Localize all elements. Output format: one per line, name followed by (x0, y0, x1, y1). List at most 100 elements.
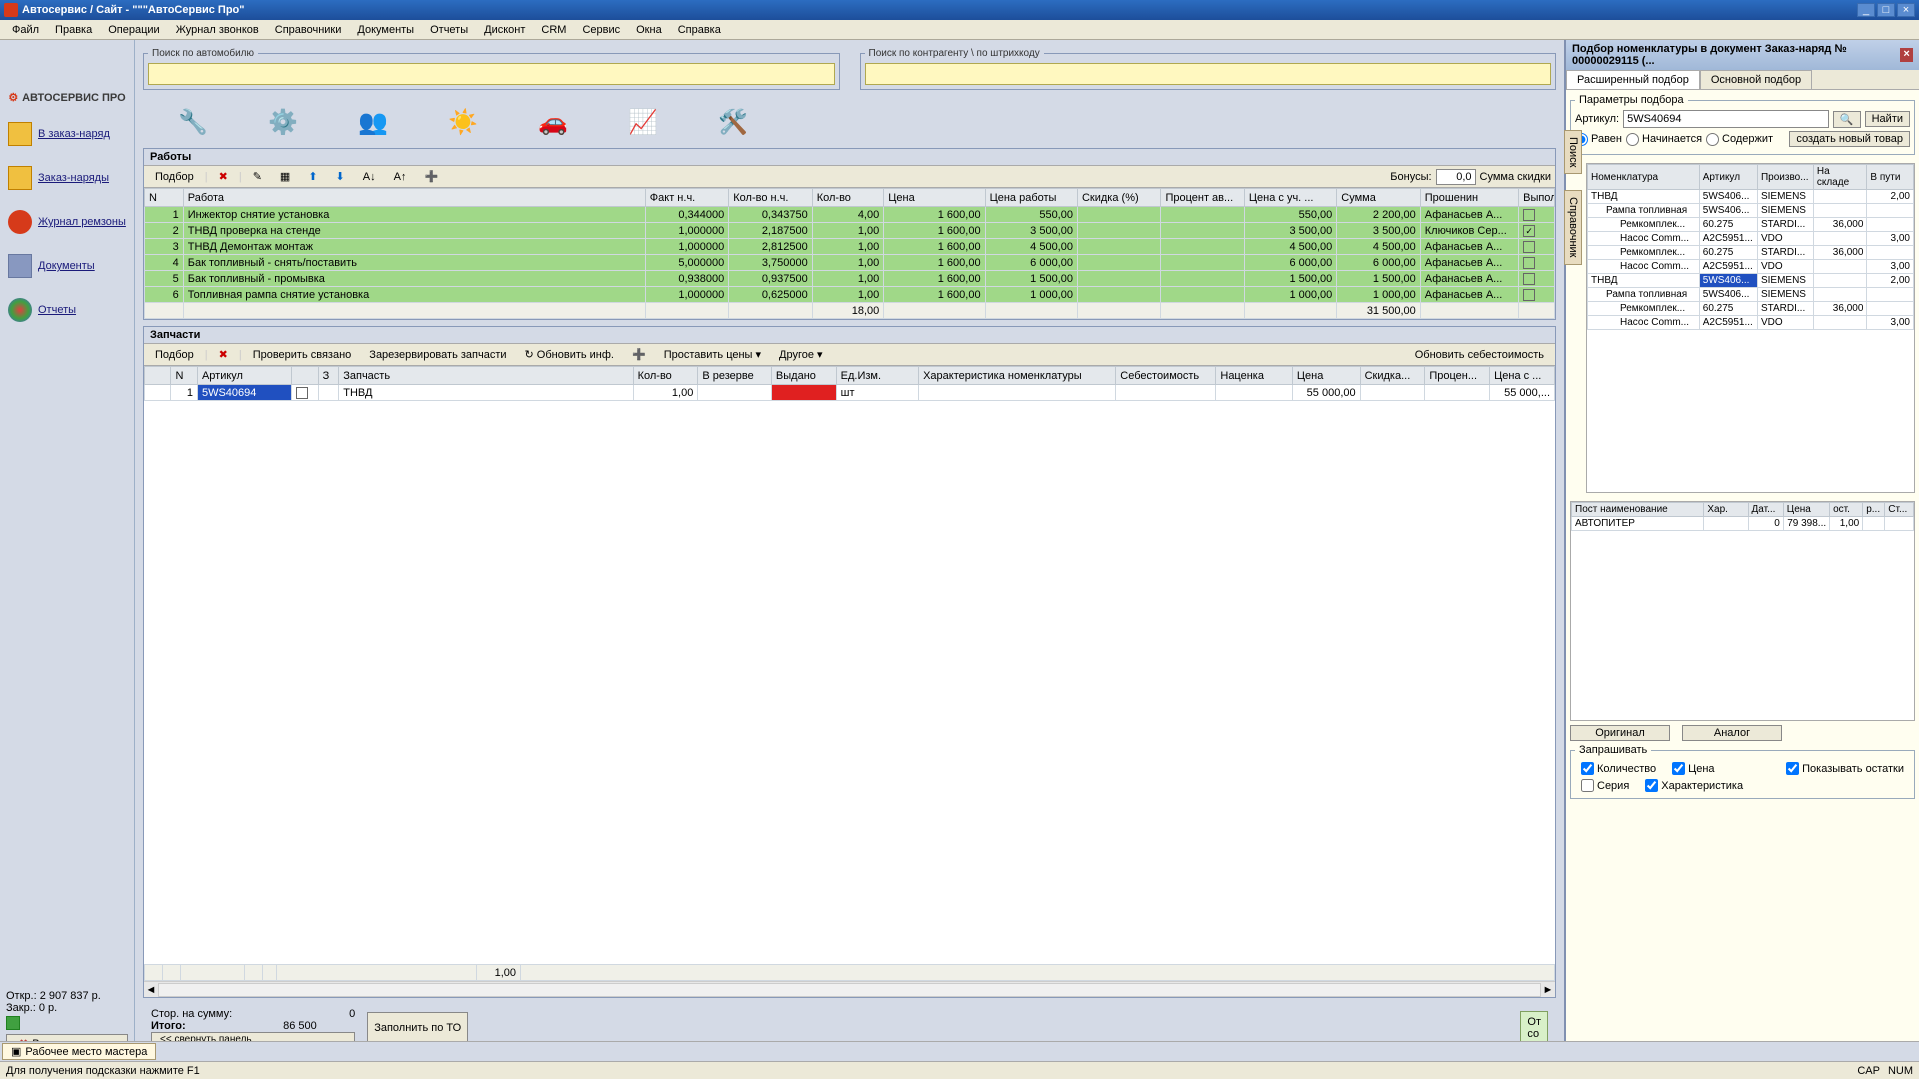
bonus-input[interactable] (1436, 169, 1476, 185)
rp-ask-price[interactable]: Цена (1672, 762, 1714, 775)
rp-row[interactable]: ТНВД5WS406...SIEMENS2,00 (1588, 190, 1914, 204)
nav-reports[interactable]: Отчеты (0, 288, 134, 332)
tool-car-icon[interactable]: 🚗 (533, 104, 573, 140)
green-box[interactable]: От со (1520, 1011, 1548, 1045)
minimize-button[interactable]: _ (1857, 3, 1875, 17)
menu-windows[interactable]: Окна (628, 22, 670, 38)
rp-tab-main[interactable]: Основной подбор (1700, 70, 1812, 89)
works-row[interactable]: 4Бак топливный - снять/поставить5,000000… (145, 255, 1555, 271)
parts-row[interactable]: 15WS40694ТНВД1,00шт55 000,0055 000,... (145, 385, 1555, 401)
works-row[interactable]: 2ТНВД проверка на стенде1,0000002,187500… (145, 223, 1555, 239)
works-sort-desc-icon[interactable]: A↑ (387, 169, 414, 185)
works-down-icon[interactable]: ⬇ (329, 168, 352, 185)
tool-tools-icon[interactable]: 🛠️ (713, 104, 753, 140)
rp-create-button[interactable]: создать новый товар (1789, 131, 1910, 147)
rp-find-button[interactable]: Найти (1865, 111, 1910, 127)
doctab-master[interactable]: ▣Рабочее место мастера (2, 1043, 156, 1060)
storn-label: Стор. на сумму: (151, 1008, 232, 1020)
search-car-input[interactable] (148, 63, 835, 85)
menu-help[interactable]: Справка (670, 22, 729, 38)
works-sort-asc-icon[interactable]: A↓ (356, 169, 383, 185)
rp-art-input[interactable] (1623, 110, 1829, 128)
works-copy-icon[interactable]: ▦ (273, 168, 297, 185)
doctab-icon: ▣ (11, 1045, 21, 1058)
menu-dict[interactable]: Справочники (267, 22, 350, 38)
rp-sidetab-dict[interactable]: Справочник (1564, 190, 1582, 265)
rp-lower-grid[interactable]: Пост наименованиеХар.Дат...Ценаост.р...С… (1570, 501, 1915, 721)
nav-documents[interactable]: Документы (0, 244, 134, 288)
menu-docs[interactable]: Документы (349, 22, 422, 38)
works-row[interactable]: 5Бак топливный - промывка0,9380000,93750… (145, 271, 1555, 287)
menu-edit[interactable]: Правка (47, 22, 100, 38)
tool-sun-icon[interactable]: ☀️ (443, 104, 483, 140)
rp-ask-series[interactable]: Серия (1581, 779, 1629, 792)
rp-row[interactable]: Насос Comm...A2C5951...VDO3,00 (1588, 316, 1914, 330)
menu-operations[interactable]: Операции (100, 22, 167, 38)
works-row[interactable]: 1Инжектор снятие установка0,3440000,3437… (145, 207, 1555, 223)
fill-to-button[interactable]: Заполнить по ТО (367, 1012, 468, 1044)
tool-gear-icon[interactable]: ⚙️ (263, 104, 303, 140)
rp-row[interactable]: Насос Comm...A2C5951...VDO3,00 (1588, 232, 1914, 246)
works-section: Работы Подбор | ✖ | ✎ ▦ ⬆ ⬇ A↓ A↑ ➕ Бону… (143, 148, 1556, 320)
parts-delete-icon[interactable]: ✖ (212, 346, 235, 363)
parts-pick-button[interactable]: Подбор (148, 347, 201, 363)
works-row[interactable]: 6Топливная рампа снятие установка1,00000… (145, 287, 1555, 303)
parts-reserve-button[interactable]: Зарезервировать запчасти (362, 347, 513, 363)
rp-row[interactable]: Насос Comm...A2C5951...VDO3,00 (1588, 260, 1914, 274)
works-grid[interactable]: NРаботаФакт н.ч.Кол-во н.ч.Кол-воЦенаЦен… (144, 188, 1555, 319)
parts-hscroll[interactable]: ◄► (144, 981, 1555, 997)
rp-row[interactable]: Ремкомплек...60.275STARDI...36,000 (1588, 302, 1914, 316)
works-row[interactable]: 3ТНВД Демонтаж монтаж1,0000002,8125001,0… (145, 239, 1555, 255)
works-delete-icon[interactable]: ✖ (212, 168, 235, 185)
rp-ask-stock[interactable]: Показывать остатки (1786, 762, 1904, 775)
rp-low-row[interactable]: АВТОПИТЕР079 398...1,00 (1572, 517, 1914, 531)
menu-crm[interactable]: CRM (533, 22, 574, 38)
parts-grid[interactable]: NАртикулЗЗапчастьКол-воВ резервеВыданоЕд… (144, 366, 1555, 401)
menu-reports[interactable]: Отчеты (422, 22, 476, 38)
rp-starts-radio[interactable]: Начинается (1626, 133, 1702, 146)
rp-analog-button[interactable]: Аналог (1682, 725, 1782, 741)
works-up-icon[interactable]: ⬆ (301, 168, 324, 185)
refresh-icon[interactable] (6, 1016, 20, 1030)
nav-to-order[interactable]: В заказ-наряд (0, 112, 134, 156)
rp-ask-char[interactable]: Характеристика (1645, 779, 1743, 792)
works-pick-button[interactable]: Подбор (148, 169, 201, 185)
rp-grid[interactable]: НоменклатураАртикулПроизво...На складеВ … (1586, 163, 1915, 493)
rp-row[interactable]: Ремкомплек...60.275STARDI...36,000 (1588, 246, 1914, 260)
rp-cont-radio[interactable]: Содержит (1706, 133, 1773, 146)
parts-check-button[interactable]: Проверить связано (246, 347, 359, 363)
tool-chart-icon[interactable]: 📈 (623, 104, 663, 140)
rp-row[interactable]: Ремкомплек...60.275STARDI...36,000 (1588, 218, 1914, 232)
rp-search-icon[interactable]: 🔍 (1833, 111, 1861, 128)
parts-update-button[interactable]: ↻ Обновить инф. (518, 346, 621, 363)
rp-ask-qty[interactable]: Количество (1581, 762, 1656, 775)
parts-prices-button[interactable]: Проставить цены ▾ (657, 346, 768, 363)
close-button[interactable]: × (1897, 3, 1915, 17)
tool-wrench-icon[interactable]: 🔧 (173, 104, 213, 140)
search-contr-input[interactable] (865, 63, 1552, 85)
close-amount: Закр.: 0 р. (6, 1002, 128, 1014)
menu-service[interactable]: Сервис (574, 22, 628, 38)
rp-eq-radio[interactable]: Равен (1575, 133, 1622, 146)
parts-cost-button[interactable]: Обновить себестоимость (1408, 347, 1551, 363)
works-add-icon[interactable]: ➕ (417, 168, 445, 185)
rp-row[interactable]: Рампа топливная5WS406...SIEMENS (1588, 288, 1914, 302)
nav-orders[interactable]: Заказ-наряды (0, 156, 134, 200)
rp-tab-ext[interactable]: Расширенный подбор (1566, 70, 1700, 89)
menu-calls[interactable]: Журнал звонков (168, 22, 267, 38)
parts-add-icon[interactable]: ➕ (625, 346, 653, 363)
rp-close-icon[interactable]: × (1900, 48, 1913, 62)
rp-row[interactable]: Рампа топливная5WS406...SIEMENS (1588, 204, 1914, 218)
rp-sidetab-search[interactable]: Поиск (1564, 130, 1582, 174)
nav-remzone[interactable]: Журнал ремзоны (0, 200, 134, 244)
rp-original-button[interactable]: Оригинал (1570, 725, 1670, 741)
order-icon (8, 122, 32, 146)
works-edit-icon[interactable]: ✎ (246, 168, 269, 185)
rp-row[interactable]: ТНВД5WS406...SIEMENS2,00 (1588, 274, 1914, 288)
maximize-button[interactable]: □ (1877, 3, 1895, 17)
menu-discount[interactable]: Дисконт (476, 22, 533, 38)
tool-people-icon[interactable]: 👥 (353, 104, 393, 140)
parts-other-button[interactable]: Другое ▾ (772, 346, 830, 363)
right-panel: Подбор номенклатуры в документ Заказ-нар… (1564, 40, 1919, 1059)
menu-file[interactable]: Файл (4, 22, 47, 38)
